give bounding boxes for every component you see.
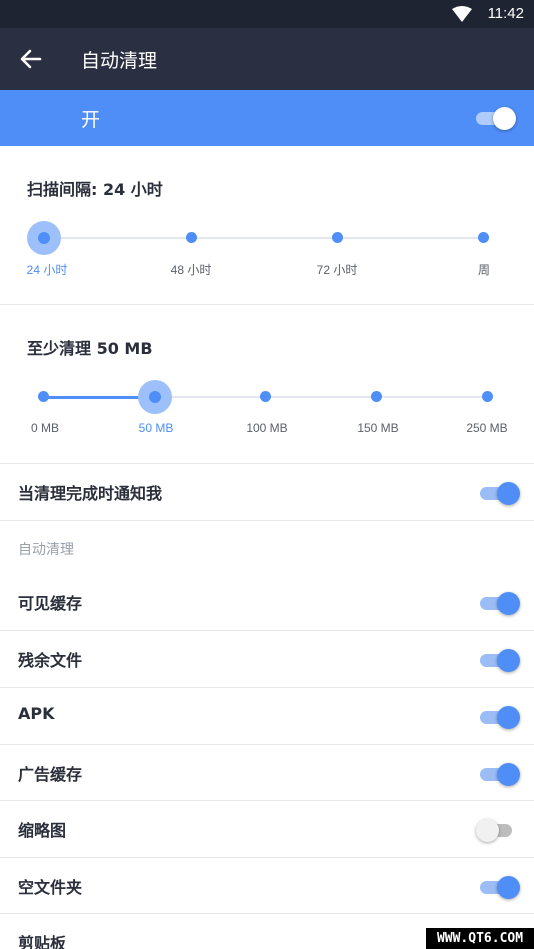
auto-clean-item-visible-cache[interactable]: 可见缓存 [0,574,534,630]
visible-cache-switch[interactable] [478,590,520,616]
residual-files-switch[interactable] [478,647,520,673]
slider-stop[interactable] [38,391,49,402]
auto-clean-item-empty-folders[interactable]: 空文件夹 [0,858,534,914]
auto-clean-item-residual-files[interactable]: 残余文件 [0,631,534,687]
master-toggle-switch[interactable] [474,105,516,131]
watermark: WWW.QT6.COM [426,928,534,949]
slider-tick-label: 50 MB [138,421,174,435]
arrow-left-icon[interactable] [18,47,44,71]
auto-clean-item-label: 剪贴板 [18,934,67,949]
status-time: 11:42 [487,5,524,22]
auto-clean-item-label: APK [18,704,55,723]
ad-cache-switch[interactable] [478,761,520,787]
auto-clean-item-ad-cache[interactable]: 广告缓存 [0,745,534,801]
slider-stop[interactable] [186,232,197,243]
slider-stop[interactable] [482,391,493,402]
min-clean-title: 至少清理 50 MB [27,339,153,358]
divider [0,520,534,521]
slider-stop[interactable] [260,391,271,402]
auto-clean-item-label: 缩略图 [18,821,67,840]
page-title: 自动清理 [81,50,158,72]
thumbnails-switch[interactable] [476,817,516,843]
app-bar: 自动清理 [0,28,534,90]
slider-tick-label: 24 小时 [26,263,68,277]
slider-tick-label: 250 MB [466,421,508,435]
apk-switch[interactable] [478,704,520,730]
slider-tick-label: 48 小时 [170,263,212,277]
master-toggle-label: 开 [81,109,101,131]
slider-stop[interactable] [371,391,382,402]
auto-clean-item-apk[interactable]: APK [0,688,534,744]
auto-clean-subheader: 自动清理 [18,542,74,558]
empty-folders-switch[interactable] [478,874,520,900]
auto-clean-item-label: 残余文件 [18,651,83,670]
notify-label: 当清理完成时通知我 [18,484,163,503]
scan-interval-title: 扫描间隔: 24 小时 [27,180,163,199]
notify-switch[interactable] [478,480,520,506]
wifi-icon [452,6,472,22]
auto-clean-item-label: 可见缓存 [18,594,83,613]
slider-tick-label: 150 MB [357,421,399,435]
slider-tick-label: 0 MB [30,421,60,435]
slider-stop[interactable] [332,232,343,243]
auto-clean-item-label: 空文件夹 [18,878,83,897]
slider-tick-label: 100 MB [246,421,288,435]
divider [0,304,534,305]
slider-thumb[interactable] [138,380,172,414]
slider-tick-label: 72 小时 [316,263,358,277]
status-bar: 11:42 [0,0,534,28]
slider-stop[interactable] [478,232,489,243]
master-toggle-row[interactable]: 开 [0,90,534,146]
auto-clean-item-label: 广告缓存 [18,765,83,784]
slider-thumb[interactable] [27,221,61,255]
notify-row[interactable]: 当清理完成时通知我 [0,464,534,520]
min-clean-slider[interactable]: 0 MB 50 MB 100 MB 150 MB 250 MB [0,379,534,449]
slider-tick-label: 周 [477,263,491,277]
auto-clean-item-thumbnails[interactable]: 缩略图 [0,801,534,857]
scan-interval-slider[interactable]: 24 小时 48 小时 72 小时 周 [0,220,534,290]
